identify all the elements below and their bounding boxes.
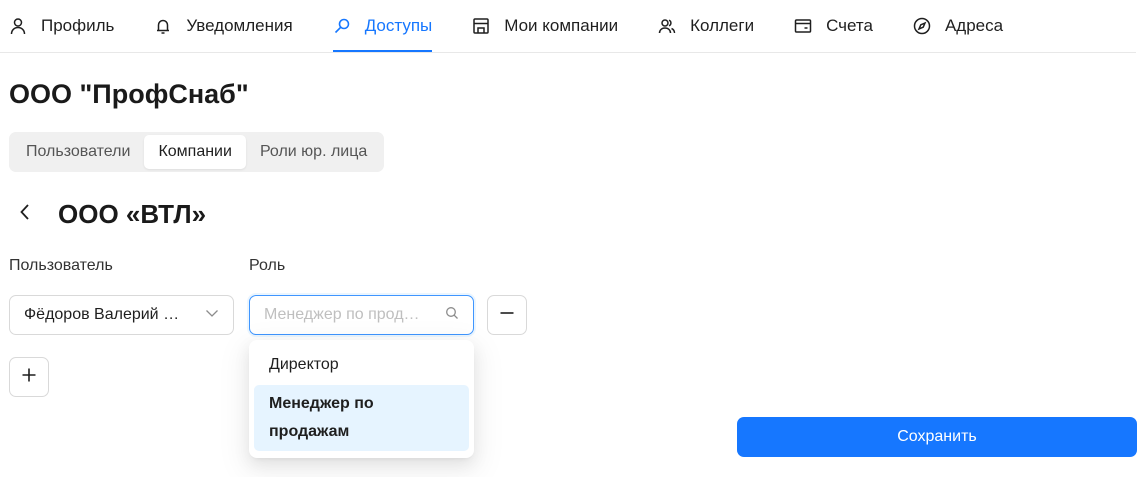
key-icon xyxy=(333,17,351,35)
user-select[interactable]: Фёдоров Валерий … xyxy=(9,295,234,335)
remove-row-button[interactable] xyxy=(487,295,527,335)
nav-item-label: Доступы xyxy=(364,16,433,35)
tab-companies[interactable]: Компании xyxy=(144,135,246,169)
user-select-value: Фёдоров Валерий … xyxy=(24,306,180,323)
nav-item-label: Уведомления xyxy=(186,16,293,35)
wallet-icon xyxy=(794,17,812,35)
team-icon xyxy=(658,17,676,35)
company-subtitle: ООО «ВТЛ» xyxy=(58,198,207,229)
nav-item-colleagues[interactable]: Коллеги xyxy=(658,0,754,52)
plus-icon xyxy=(21,367,37,388)
dropdown-option-sales-manager[interactable]: Менеджер по продажам xyxy=(254,385,469,451)
save-button[interactable]: Сохранить xyxy=(737,417,1137,457)
subheader: ООО «ВТЛ» xyxy=(18,196,206,232)
segmented-tabs: Пользователи Компании Роли юр. лица xyxy=(9,132,385,172)
user-field-label: Пользователь xyxy=(9,257,113,274)
role-dropdown: Директор Менеджер по продажам xyxy=(249,340,474,458)
nav-item-label: Коллеги xyxy=(690,16,755,35)
add-row-button[interactable] xyxy=(9,357,49,397)
chevron-left-icon xyxy=(18,203,32,226)
nav-item-addresses[interactable]: Адреса xyxy=(913,0,1003,52)
tab-legal-roles[interactable]: Роли юр. лица xyxy=(246,135,381,169)
search-icon xyxy=(445,306,459,325)
page-title: ООО "ПрофСнаб" xyxy=(9,79,249,109)
role-field-label: Роль xyxy=(249,257,286,274)
back-button[interactable] xyxy=(18,196,42,232)
minus-icon xyxy=(499,305,515,326)
nav-item-profile[interactable]: Профиль xyxy=(9,0,114,52)
chevron-down-icon xyxy=(205,306,219,325)
role-select-placeholder: Менеджер по прод… xyxy=(264,306,420,323)
nav-item-accounts[interactable]: Счета xyxy=(794,0,873,52)
nav-item-label: Адреса xyxy=(944,16,1004,35)
dropdown-option-director[interactable]: Директор xyxy=(254,345,469,385)
user-icon xyxy=(9,17,27,35)
nav-item-label: Мои компании xyxy=(504,16,619,35)
role-select[interactable]: Менеджер по прод… xyxy=(249,295,474,335)
nav-item-notifications[interactable]: Уведомления xyxy=(154,0,293,52)
nav-item-label: Счета xyxy=(826,16,873,35)
shop-icon xyxy=(472,17,490,35)
nav-item-label: Профиль xyxy=(41,16,115,35)
bell-icon xyxy=(154,17,172,35)
compass-icon xyxy=(913,17,931,35)
nav-item-my-companies[interactable]: Мои компании xyxy=(472,0,618,52)
top-navigation: Профиль Уведомления Доступы Мои компании… xyxy=(0,0,1136,53)
page: Профиль Уведомления Доступы Мои компании… xyxy=(0,0,1146,477)
tab-users[interactable]: Пользователи xyxy=(12,135,144,169)
nav-item-access[interactable]: Доступы xyxy=(332,0,433,52)
